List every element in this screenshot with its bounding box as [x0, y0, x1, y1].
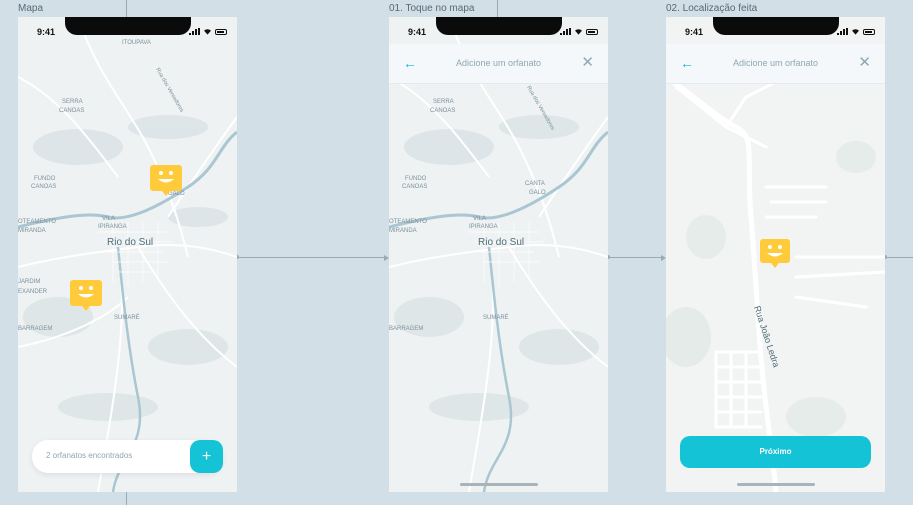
home-indicator: [736, 483, 815, 486]
place-label: MIRANDA: [18, 228, 46, 234]
place-label: IPIRANGA: [98, 224, 127, 230]
place-label: VILA: [102, 216, 115, 222]
connector-arrow-3: [886, 257, 913, 258]
status-time: 9:41: [408, 27, 427, 37]
connector-top-1: [126, 0, 127, 17]
place-label: CANOAS: [59, 108, 84, 114]
phone-screen-location-done: Rua João Ledra 9:41 ← Adicione um orfana…: [666, 17, 885, 492]
place-label: BARRAGEM: [389, 326, 423, 332]
connector-top-2: [497, 0, 498, 17]
place-label: OTEAMENTO: [389, 219, 427, 225]
close-icon[interactable]: ✕: [858, 55, 871, 70]
status-time: 9:41: [37, 27, 56, 37]
status-icons: [837, 28, 875, 35]
status-icons: [189, 28, 227, 35]
place-label: GALO: [168, 191, 185, 197]
connector-bottom-1: [126, 492, 127, 505]
place-label: OTEAMENTO: [18, 219, 56, 225]
battery-icon: [586, 28, 598, 35]
status-time: 9:41: [685, 27, 704, 37]
orphanages-found-count: 2 orfanatos encontrados: [46, 451, 133, 460]
next-button[interactable]: Próximo: [680, 436, 871, 468]
signal-icon: [837, 28, 848, 35]
wifi-icon: [575, 29, 582, 35]
place-label: CANOAS: [402, 184, 427, 190]
status-icons: [560, 28, 598, 35]
place-label: CANTA: [525, 181, 545, 187]
phone-notch: [64, 17, 191, 35]
place-label: ITOUPAVA: [122, 40, 151, 46]
frame-title-tap-map: 01. Toque no mapa: [389, 3, 475, 14]
connector-arrow-1: [238, 257, 384, 258]
city-map[interactable]: Rua dos Vereadores SERRA CANOAS FUNDO CA…: [389, 17, 608, 492]
place-label: SUMARÉ: [114, 314, 140, 321]
city-label: Rio do Sul: [107, 237, 153, 248]
add-orphanage-button[interactable]: +: [190, 440, 223, 473]
page-title: Adicione um orfanato: [455, 58, 542, 68]
place-label: SERRA: [433, 99, 454, 105]
phone-notch: [712, 17, 839, 35]
place-label: FUNDO: [405, 176, 427, 182]
place-label: JARDIM: [18, 279, 40, 285]
page-header: ← Adicione um orfanato ✕: [389, 44, 608, 84]
frame-title-map: Mapa: [18, 3, 44, 14]
city-map[interactable]: ITOUPAVA SERRA CANOAS Rua dos Vereadores…: [18, 17, 237, 492]
place-label: CANOAS: [430, 108, 455, 114]
battery-icon: [863, 28, 875, 35]
wifi-icon: [204, 29, 211, 35]
place-label: VILA: [473, 216, 486, 222]
home-indicator: [459, 483, 538, 486]
connector-arrow-2: [609, 257, 661, 258]
signal-icon: [189, 28, 200, 35]
place-label: SUMARÉ: [483, 314, 509, 321]
place-label: MIRANDA: [389, 228, 417, 234]
place-label: IPIRANGA: [469, 224, 498, 230]
place-label: GALO: [529, 190, 546, 196]
phone-notch: [435, 17, 562, 35]
place-label: FUNDO: [34, 176, 56, 182]
wifi-icon: [852, 29, 859, 35]
place-label: SERRA: [62, 99, 83, 105]
place-label: EXANDER: [18, 289, 48, 295]
city-label: Rio do Sul: [478, 237, 524, 248]
battery-icon: [215, 28, 227, 35]
street-map[interactable]: Rua João Ledra: [666, 17, 885, 492]
page-title: Adicione um orfanato: [732, 58, 819, 68]
page-header: ← Adicione um orfanato ✕: [666, 44, 885, 84]
place-label: CANOAS: [31, 184, 56, 190]
signal-icon: [560, 28, 571, 35]
phone-screen-map: ITOUPAVA SERRA CANOAS Rua dos Vereadores…: [18, 17, 237, 492]
orphanages-found-card: 2 orfanatos encontrados +: [32, 440, 223, 473]
place-label: BARRAGEM: [18, 326, 52, 332]
close-icon[interactable]: ✕: [581, 55, 594, 70]
phone-screen-tap-map: Rua dos Vereadores SERRA CANOAS FUNDO CA…: [389, 17, 608, 492]
frame-title-location-done: 02. Localização feita: [666, 3, 758, 14]
